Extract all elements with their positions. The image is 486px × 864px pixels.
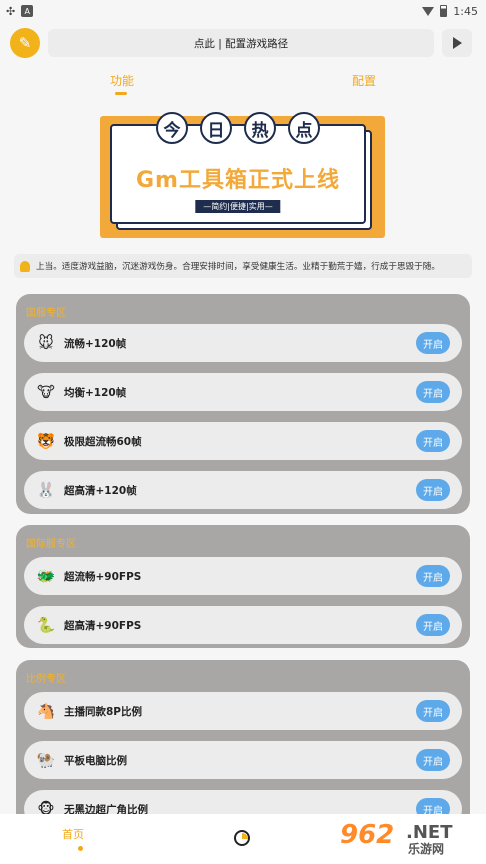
notice-text: 上当。适度游戏益脑，沉迷游戏伤身。合理安排时间，享受健康生活。业精于勤荒于嬉，行… bbox=[36, 262, 440, 272]
list-item: 🐴 主播同款8P比例 开启 bbox=[24, 692, 462, 730]
notification-icon: A bbox=[21, 5, 34, 17]
item-label: 主播同款8P比例 bbox=[64, 705, 143, 718]
horse-icon: 🐴 bbox=[36, 702, 56, 720]
watermark-logo: 962 .NET 乐游网 bbox=[340, 820, 478, 856]
banner-title: Gm工具箱正式上线 bbox=[136, 168, 340, 193]
wifi-icon bbox=[422, 6, 435, 16]
list-item: 🐰 超高清+120帧 开启 bbox=[24, 471, 462, 509]
enable-button[interactable]: 开启 bbox=[416, 381, 450, 403]
nav-active-dot bbox=[78, 846, 83, 851]
section-title: 国际服专区 bbox=[26, 539, 76, 550]
section-ratio: 比例专区 🐴 主播同款8P比例 开启 🐏 平板电脑比例 开启 🐵 无黑边超广角比… bbox=[16, 660, 470, 830]
configure-game-path-button[interactable]: 点此 | 配置游戏路径 bbox=[48, 29, 434, 57]
play-button[interactable] bbox=[442, 29, 472, 57]
tiger-icon: 🐯 bbox=[36, 432, 56, 450]
list-item: 🐯 极限超流畅60帧 开启 bbox=[24, 422, 462, 460]
list-item: 🐮 均衡+120帧 开启 bbox=[24, 373, 462, 411]
battery-icon bbox=[440, 5, 448, 17]
list-item: 🐭 流畅+120帧 开启 bbox=[24, 324, 462, 362]
tab-functions[interactable]: 功能 bbox=[102, 72, 142, 89]
item-label: 均衡+120帧 bbox=[64, 386, 127, 399]
item-label: 超高清+120帧 bbox=[64, 484, 137, 497]
wrench-logo-icon[interactable]: ✎ bbox=[10, 28, 40, 58]
item-label: 平板电脑比例 bbox=[64, 754, 127, 767]
goat-icon: 🐏 bbox=[36, 751, 56, 769]
hot-char: 点 bbox=[288, 112, 320, 144]
section-intl-server: 国际服专区 🐲 超流畅+90FPS 开启 🐍 超高清+90FPS 开启 bbox=[16, 525, 470, 648]
item-label: 超流畅+90FPS bbox=[64, 570, 142, 583]
item-label: 极限超流畅60帧 bbox=[64, 435, 142, 448]
enable-button[interactable]: 开启 bbox=[416, 430, 450, 452]
tab-config[interactable]: 配置 bbox=[344, 72, 384, 89]
list-item: 🐍 超高清+90FPS 开启 bbox=[24, 606, 462, 644]
enable-button[interactable]: 开启 bbox=[416, 332, 450, 354]
section-cn-server: 国服专区 🐭 流畅+120帧 开启 🐮 均衡+120帧 开启 🐯 极限超流畅60… bbox=[16, 294, 470, 514]
nav-stats-icon[interactable] bbox=[234, 830, 250, 846]
enable-button[interactable]: 开启 bbox=[416, 479, 450, 501]
top-bar: ✎ 点此 | 配置游戏路径 bbox=[10, 28, 472, 58]
watermark-number: 962 bbox=[340, 820, 395, 850]
promo-banner: 今 日 热 点 Gm工具箱正式上线 —简约|便捷|实用— bbox=[100, 112, 385, 238]
bug-icon: ✣ bbox=[6, 4, 16, 18]
notice-bar: 上当。适度游戏益脑，沉迷游戏伤身。合理安排时间，享受健康生活。业精于勤荒于嬉，行… bbox=[14, 254, 472, 278]
hot-bubbles: 今 日 热 点 bbox=[112, 112, 364, 144]
rabbit-icon: 🐰 bbox=[36, 481, 56, 499]
enable-button[interactable]: 开启 bbox=[416, 565, 450, 587]
path-label: 点此 | 配置游戏路径 bbox=[193, 37, 289, 50]
dragon-icon: 🐲 bbox=[36, 567, 56, 585]
hot-char: 热 bbox=[244, 112, 276, 144]
clock-time: 1:45 bbox=[453, 4, 478, 18]
bell-icon bbox=[20, 260, 30, 272]
status-bar: ✣ A 1:45 bbox=[0, 0, 486, 22]
cow-icon: 🐮 bbox=[37, 383, 55, 401]
snake-icon: 🐍 bbox=[36, 616, 56, 634]
item-label: 流畅+120帧 bbox=[64, 337, 127, 350]
hot-char: 日 bbox=[200, 112, 232, 144]
play-icon bbox=[452, 37, 462, 49]
hot-char: 今 bbox=[156, 112, 188, 144]
enable-button[interactable]: 开启 bbox=[416, 700, 450, 722]
list-item: 🐲 超流畅+90FPS 开启 bbox=[24, 557, 462, 595]
enable-button[interactable]: 开启 bbox=[416, 749, 450, 771]
tab-bar: 功能 配置 bbox=[0, 72, 486, 96]
list-item: 🐏 平板电脑比例 开启 bbox=[24, 741, 462, 779]
section-title: 比例专区 bbox=[26, 674, 66, 685]
item-label: 超高清+90FPS bbox=[64, 619, 142, 632]
banner-subtitle: —简约|便捷|实用— bbox=[195, 200, 281, 213]
enable-button[interactable]: 开启 bbox=[416, 614, 450, 636]
section-title: 国服专区 bbox=[26, 308, 66, 319]
tab-active-indicator bbox=[115, 92, 127, 95]
nav-home[interactable]: 首页 bbox=[62, 826, 84, 842]
watermark-cn: 乐游网 bbox=[408, 842, 445, 856]
mouse-icon: 🐭 bbox=[38, 334, 54, 352]
banner-card: 今 日 热 点 Gm工具箱正式上线 —简约|便捷|实用— bbox=[110, 112, 366, 224]
